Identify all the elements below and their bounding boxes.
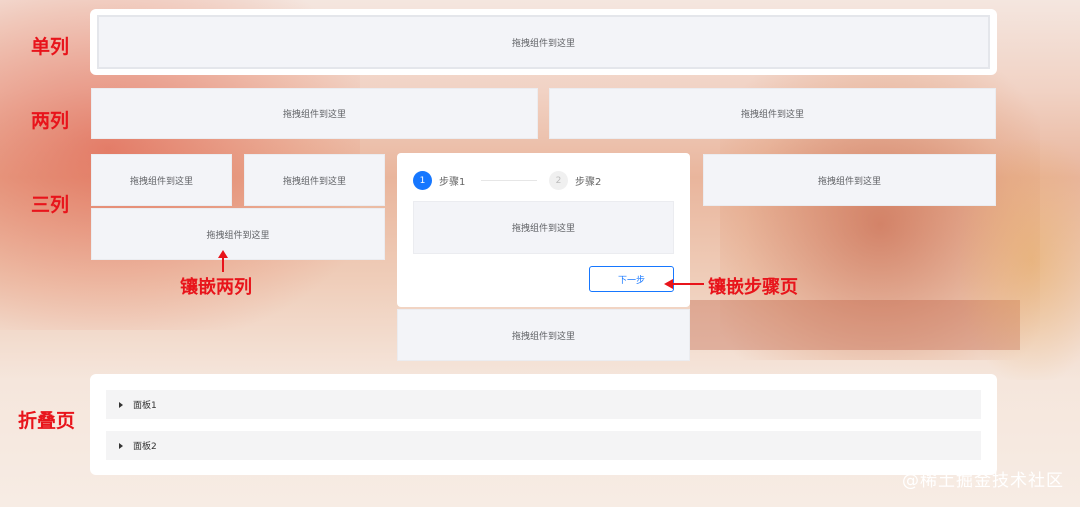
label-single-column: 单列: [31, 36, 70, 58]
collapse-card: 面板1 面板2: [90, 374, 997, 475]
label-collapse-page: 折叠页: [18, 410, 76, 432]
drop-zone[interactable]: 拖拽组件到这里: [91, 154, 232, 206]
steps-card: 1 步骤1 2 步骤2 拖拽组件到这里 下一步: [397, 153, 690, 307]
step-2-circle: 2: [549, 171, 568, 190]
drop-zone[interactable]: 拖拽组件到这里: [549, 88, 996, 139]
drop-zone[interactable]: 拖拽组件到这里: [703, 154, 996, 206]
drop-zone[interactable]: 拖拽组件到这里: [97, 15, 990, 69]
panel-2-title: 面板2: [133, 442, 157, 452]
panel-1-title: 面板1: [133, 401, 157, 411]
annotation-nested-two-column: 镶嵌两列: [180, 277, 252, 298]
step-connector: [481, 180, 537, 181]
step-1[interactable]: 1 步骤1: [413, 171, 465, 190]
drop-zone[interactable]: 拖拽组件到这里: [244, 154, 385, 206]
watermark: @稀土掘金技术社区: [902, 471, 1064, 491]
drop-zone[interactable]: 拖拽组件到这里: [413, 201, 674, 254]
single-column-card: 拖拽组件到这里: [90, 9, 997, 75]
annotation-arrow-left-icon: [664, 279, 704, 289]
label-two-column: 两列: [31, 110, 70, 132]
drop-zone[interactable]: 拖拽组件到这里: [397, 309, 690, 361]
annotation-arrow-up-icon: [218, 250, 228, 272]
caret-right-icon: [119, 401, 123, 408]
caret-right-icon: [119, 442, 123, 449]
collapse-panel-1[interactable]: 面板1: [106, 390, 981, 419]
step-1-circle: 1: [413, 171, 432, 190]
drop-zone[interactable]: 拖拽组件到这里: [91, 88, 538, 139]
step-2-label: 步骤2: [575, 177, 602, 188]
drop-zone[interactable]: 拖拽组件到这里: [91, 208, 385, 260]
annotation-nested-steps-page: 镶嵌步骤页: [708, 277, 798, 298]
step-2[interactable]: 2 步骤2: [549, 171, 601, 190]
next-step-button[interactable]: 下一步: [589, 266, 674, 292]
label-three-column: 三列: [31, 194, 70, 216]
collapse-panel-2[interactable]: 面板2: [106, 431, 981, 460]
step-1-label: 步骤1: [439, 177, 466, 188]
